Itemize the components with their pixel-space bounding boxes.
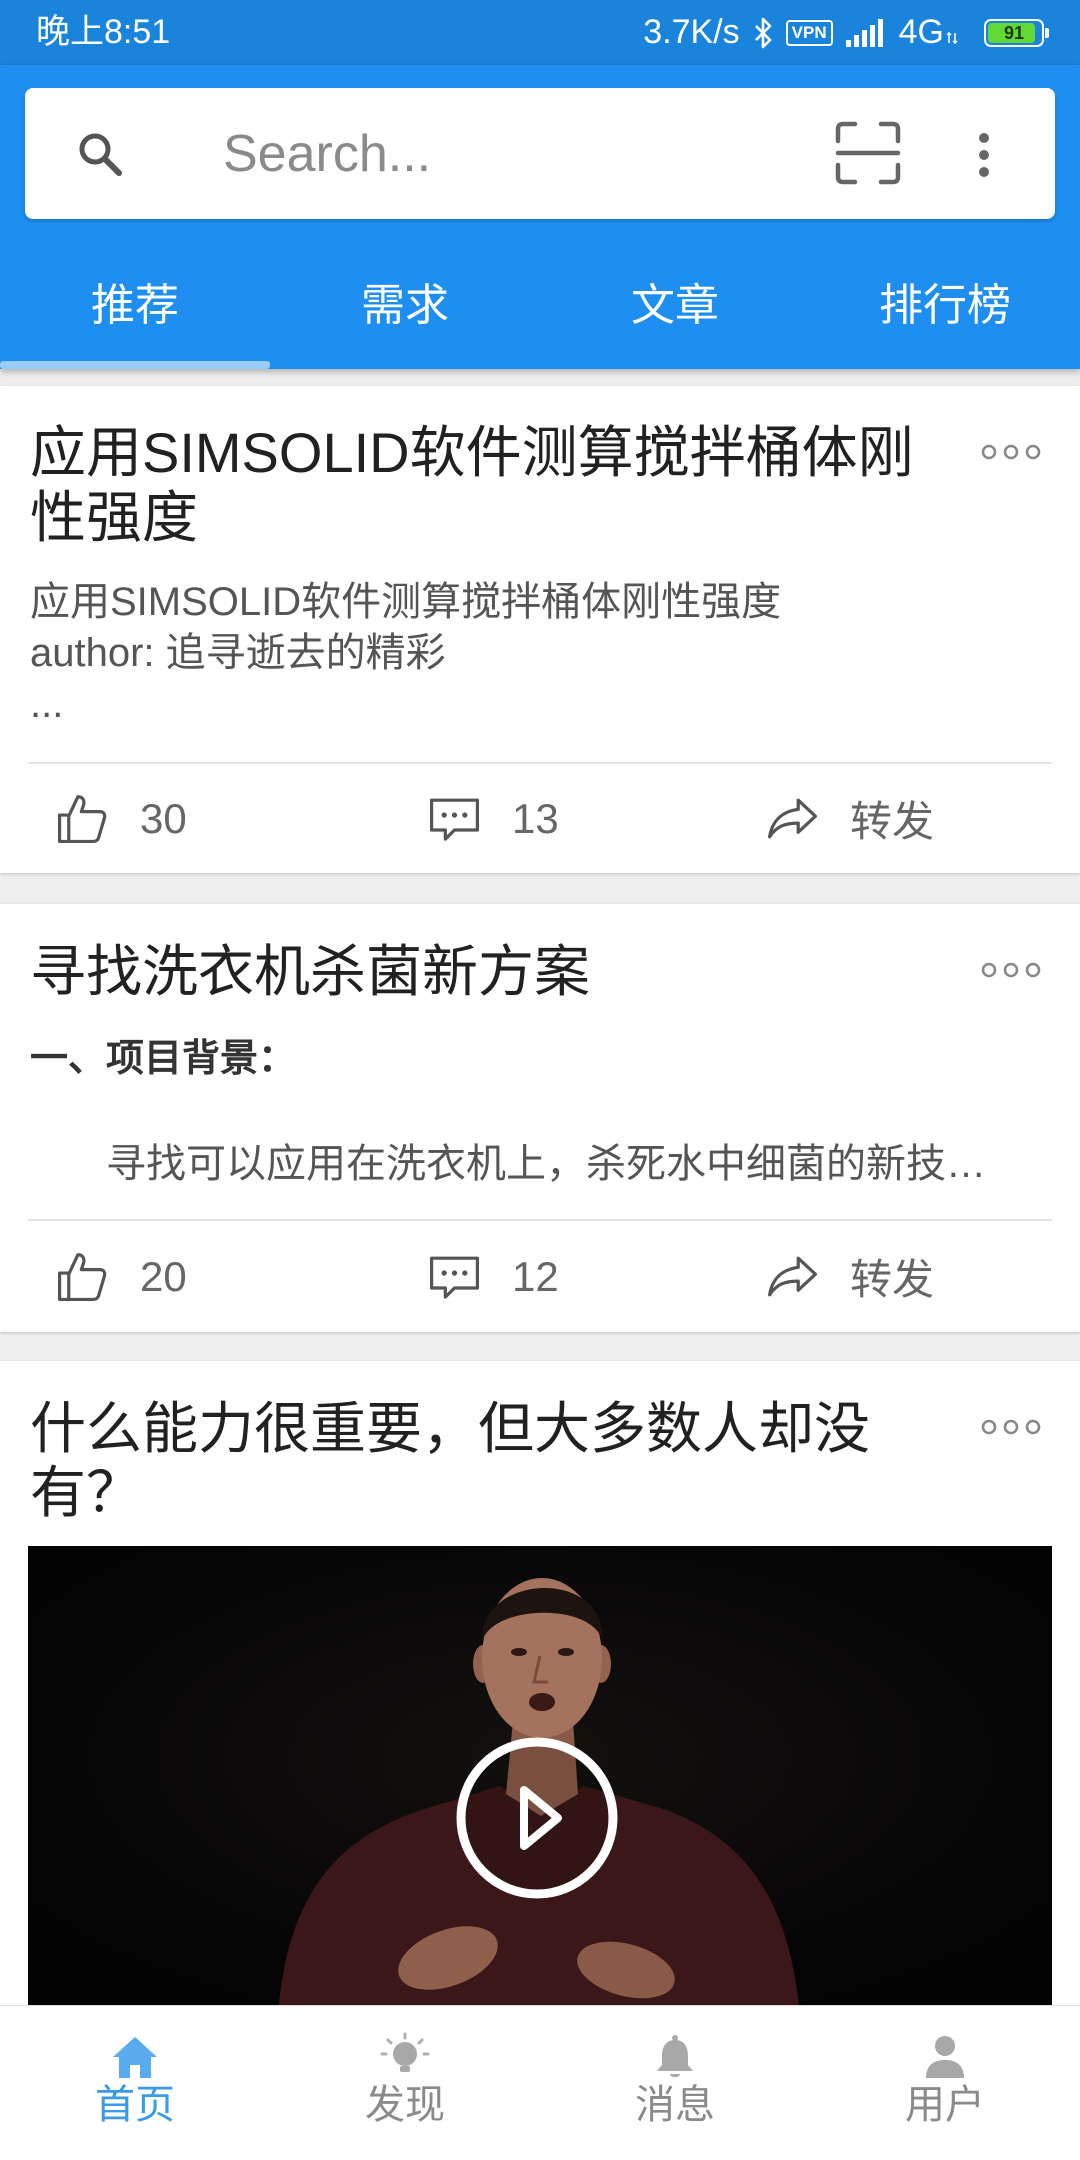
nav-label: 用户 — [905, 2083, 985, 2127]
more-vertical-icon[interactable] — [977, 132, 991, 178]
card-title[interactable]: 什么能力很重要，但大多数人却没 有？ — [30, 1397, 930, 1525]
status-time: 晚上8:51 — [36, 13, 171, 51]
bottom-navigation: 首页 发现 消息 用户 — [0, 2005, 1080, 2160]
feed-card[interactable]: 应用SIMSOLID软件测算搅拌桶体刚 性强度 应用SIMSOLID软件测算搅拌… — [0, 386, 1080, 873]
card-title-line: 寻找洗衣机杀菌新方案 — [30, 940, 590, 1003]
share-button[interactable]: 转发 — [765, 1221, 934, 1332]
active-tab-indicator — [0, 361, 270, 369]
card-title-line: 有？ — [30, 1461, 142, 1524]
network-type: 4G — [899, 13, 958, 52]
network-label: 4G — [898, 13, 944, 51]
nav-item-home[interactable]: 首页 — [0, 2006, 270, 2160]
share-button[interactable]: 转发 — [765, 764, 934, 873]
tab-articles[interactable]: 文章 — [540, 250, 810, 362]
data-arrows-icon — [946, 31, 958, 44]
network-speed: 3.7K/s — [643, 13, 740, 51]
card-title[interactable]: 应用SIMSOLID软件测算搅拌桶体刚 性强度 — [30, 420, 930, 550]
tab-ranking[interactable]: 排行榜 — [810, 250, 1080, 362]
summary-line: 应用SIMSOLID软件测算搅拌桶体刚性强度 — [30, 580, 782, 624]
nav-label: 消息 — [635, 2083, 715, 2127]
bluetooth-icon — [754, 17, 771, 48]
more-options-icon[interactable] — [981, 444, 1041, 460]
comment-icon — [429, 1256, 480, 1299]
card-title-line: 什么能力很重要，但大多数人却没 — [30, 1397, 870, 1460]
card-title-line: 应用SIMSOLID软件测算搅拌桶体刚 — [30, 421, 914, 484]
search-bar[interactable] — [25, 88, 1055, 219]
thumbs-up-icon — [57, 1253, 107, 1302]
like-button[interactable]: 20 — [55, 1221, 187, 1332]
share-icon — [767, 1256, 818, 1297]
category-tabs: 推荐 需求 文章 排行榜 — [0, 250, 1080, 362]
tab-recommended[interactable]: 推荐 — [0, 250, 270, 362]
card-summary: 应用SIMSOLID软件测算搅拌桶体刚性强度 author: 追寻逝去的精彩 .… — [30, 577, 1030, 730]
more-options-icon[interactable] — [981, 1419, 1041, 1435]
status-bar: 晚上8:51 3.7K/s VPN 4G 91 — [0, 0, 1080, 65]
discover-icon — [380, 2032, 430, 2072]
share-icon — [767, 798, 818, 839]
like-button[interactable]: 30 — [55, 764, 187, 873]
comment-button[interactable]: 13 — [427, 764, 559, 873]
more-options-icon[interactable] — [981, 962, 1041, 978]
signal-icon — [845, 18, 883, 47]
bell-icon — [657, 2035, 693, 2077]
play-circle-icon[interactable] — [28, 1546, 1052, 2016]
comment-button[interactable]: 12 — [427, 1221, 559, 1332]
card-title[interactable]: 寻找洗衣机杀菌新方案 — [30, 939, 930, 1004]
like-count: 20 — [140, 1252, 187, 1300]
summary-ellipsis: ... — [30, 682, 64, 726]
share-label: 转发 — [850, 798, 935, 845]
comment-count: 12 — [512, 1252, 559, 1300]
app-screen: 晚上8:51 3.7K/s VPN 4G 91 Search... 推荐 需求 … — [0, 0, 1080, 2160]
card-actions: 30 13 转发 — [0, 764, 1080, 873]
summary-author: author: 追寻逝去的精彩 — [30, 631, 446, 675]
thumbs-up-icon — [57, 795, 107, 844]
app-header: 推荐 需求 文章 排行榜 — [0, 65, 1080, 369]
nav-item-user[interactable]: 用户 — [810, 2006, 1080, 2160]
tab-demand[interactable]: 需求 — [270, 250, 540, 362]
nav-item-messages[interactable]: 消息 — [540, 2006, 810, 2160]
home-icon — [113, 2037, 157, 2078]
user-icon — [926, 2036, 964, 2078]
status-indicators: 3.7K/s VPN 4G 91 — [643, 0, 1049, 65]
vpn-badge: VPN — [785, 19, 833, 46]
section-heading: 一、项目背景： — [30, 1038, 297, 1080]
nav-label: 发现 — [365, 2083, 445, 2127]
card-actions: 20 12 转发 — [0, 1221, 1080, 1332]
search-input[interactable] — [223, 88, 803, 219]
feed-card[interactable]: 寻找洗衣机杀菌新方案 一、项目背景： 寻找可以应用在洗衣机上，杀死水中细菌的新技… — [0, 904, 1080, 1332]
scan-icon[interactable] — [835, 121, 901, 185]
nav-item-discover[interactable]: 发现 — [270, 2006, 540, 2160]
nav-label: 首页 — [95, 2083, 175, 2127]
video-player[interactable] — [28, 1546, 1052, 2016]
comment-icon — [429, 798, 480, 841]
comment-count: 13 — [512, 794, 559, 842]
share-label: 转发 — [850, 1256, 935, 1303]
battery-icon: 91 — [984, 18, 1049, 47]
card-title-line: 性强度 — [30, 486, 198, 549]
battery-percent: 91 — [1003, 22, 1025, 43]
search-icon[interactable] — [76, 130, 124, 178]
like-count: 30 — [140, 794, 187, 842]
card-summary: 寻找可以应用在洗衣机上，杀死水中细菌的新技… — [106, 1142, 986, 1186]
